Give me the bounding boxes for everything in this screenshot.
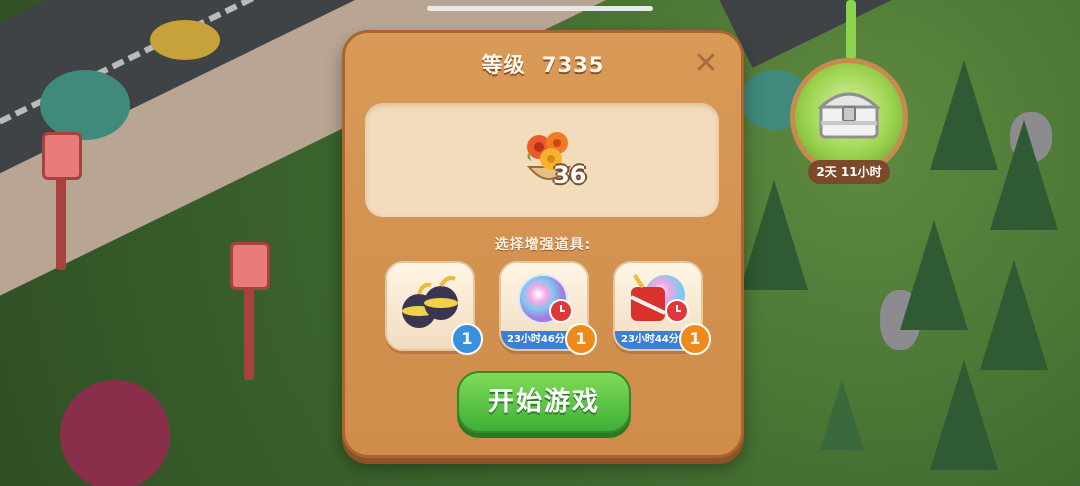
treasure-chest-icon (817, 92, 881, 139)
reward-box: 36 (365, 103, 719, 217)
booster-count-badge: 1 (565, 323, 597, 355)
pine-tree (900, 220, 968, 330)
pine-tree (990, 120, 1058, 230)
booster-prompt: 选择增强道具: (494, 237, 592, 253)
level-number: 7335 (541, 53, 605, 77)
flower-bush (60, 380, 170, 486)
level-start-dialog: 等级 7335 ✕ 36 选择增强道具: 1 23小时46分 1 23小时44分… (342, 30, 744, 458)
booster-count-badge: 1 (451, 323, 483, 355)
booster-firecracker-rainbow[interactable]: 23小时44分 1 (613, 261, 711, 355)
pine-tree (980, 260, 1048, 370)
chest-timer-label: 2天 11小时 (808, 160, 890, 184)
booster-count-badge: 1 (679, 323, 711, 355)
top-handle (427, 6, 653, 11)
level-title-prefix: 等级 (481, 53, 526, 77)
level-title: 等级 7335 (345, 49, 741, 79)
street-lamp-head (230, 242, 270, 290)
pine-tree (740, 180, 808, 290)
pine-tree (820, 380, 864, 450)
firecracker-rainbow-icon (630, 274, 689, 323)
pine-tree (930, 360, 998, 470)
booster-rainbow-orb[interactable]: 23小时46分 1 (499, 261, 597, 355)
pine-tree (930, 60, 998, 170)
close-icon[interactable]: ✕ (693, 49, 719, 79)
fruit-bush (40, 70, 130, 140)
start-game-button[interactable]: 开始游戏 (457, 371, 631, 433)
street-lamp-head (42, 132, 82, 180)
reward-count: 36 (553, 161, 587, 189)
booster-bombs[interactable]: 1 (385, 261, 483, 355)
rainbow-orb-icon (518, 274, 573, 324)
chest-rope (846, 0, 856, 60)
flower-bed (150, 20, 220, 60)
chest-timer-button[interactable] (790, 58, 908, 176)
